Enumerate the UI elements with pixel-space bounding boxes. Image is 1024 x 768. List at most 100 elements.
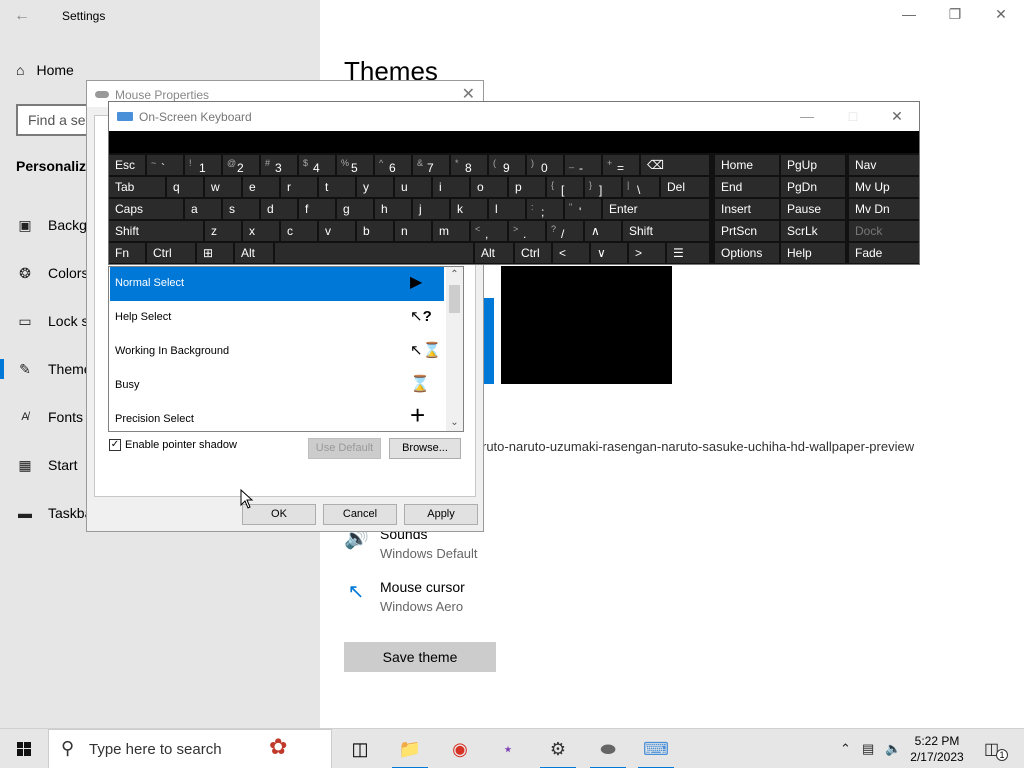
osk-key-q[interactable]: q bbox=[167, 177, 203, 197]
osk-key-nav[interactable]: Nav bbox=[849, 155, 919, 175]
osk-key-7[interactable]: & 7 bbox=[413, 155, 449, 175]
osk-key-ctrl[interactable]: Ctrl bbox=[147, 243, 195, 263]
osk-key-pause[interactable]: Pause bbox=[781, 199, 845, 219]
checkmark-icon[interactable]: ✓ bbox=[109, 439, 121, 451]
osk-key-del[interactable]: Del bbox=[661, 177, 709, 197]
osk-key-u[interactable]: u bbox=[395, 177, 431, 197]
osk-key-prtscn[interactable]: PrtScn bbox=[715, 221, 779, 241]
osk-key-k[interactable]: k bbox=[451, 199, 487, 219]
browse-button[interactable]: Browse... bbox=[389, 438, 461, 459]
osk-key-5[interactable]: % 5 bbox=[337, 155, 373, 175]
osk-key-mv-dn[interactable]: Mv Dn bbox=[849, 199, 919, 219]
osk-key-\[interactable]: | \ bbox=[623, 177, 659, 197]
osk-key-m[interactable]: m bbox=[433, 221, 469, 241]
mouse-cursor-setting[interactable]: ↖ Mouse cursor Windows Aero bbox=[344, 579, 465, 614]
settings-gear-icon[interactable]: ⚙ bbox=[536, 729, 580, 768]
osk-key-alt[interactable]: Alt bbox=[475, 243, 513, 263]
osk-key-;[interactable]: :; bbox=[527, 199, 563, 219]
osk-key-⊞[interactable]: ⊞ bbox=[197, 243, 233, 263]
osk-key-][interactable]: }] bbox=[585, 177, 621, 197]
osk-key-∨[interactable]: ∨ bbox=[591, 243, 627, 263]
task-view-icon[interactable]: ◫ bbox=[338, 729, 382, 768]
osk-key-pgdn[interactable]: PgDn bbox=[781, 177, 845, 197]
osk-key-mv-up[interactable]: Mv Up bbox=[849, 177, 919, 197]
osk-key-,[interactable]: <, bbox=[471, 221, 507, 241]
osk-key-end[interactable]: End bbox=[715, 177, 779, 197]
use-default-button[interactable]: Use Default bbox=[308, 438, 381, 459]
osk-key-z[interactable]: z bbox=[205, 221, 241, 241]
osk-key-o[interactable]: o bbox=[471, 177, 507, 197]
osk-key-i[interactable]: i bbox=[433, 177, 469, 197]
osk-key-insert[interactable]: Insert bbox=[715, 199, 779, 219]
osk-key-9[interactable]: (9 bbox=[489, 155, 525, 175]
osk-key-/[interactable]: ? / bbox=[547, 221, 583, 241]
osk-key-0[interactable]: ) 0 bbox=[527, 155, 563, 175]
osk-key-⌫[interactable]: ⌫ bbox=[641, 155, 709, 175]
osk-key--[interactable]: _ - bbox=[565, 155, 601, 175]
cancel-button[interactable]: Cancel bbox=[323, 504, 397, 525]
close-icon[interactable]: ✕ bbox=[986, 6, 1016, 23]
osk-titlebar[interactable]: On-Screen Keyboard — □ ✕ bbox=[109, 102, 919, 131]
minimize-icon[interactable]: — bbox=[795, 108, 819, 124]
osk-key-`[interactable]: ~ ` bbox=[147, 155, 183, 175]
osk-key-alt[interactable]: Alt bbox=[235, 243, 273, 263]
chevron-down-icon[interactable]: ⌄ bbox=[446, 415, 463, 431]
osk-key-v[interactable]: v bbox=[319, 221, 355, 241]
osk-key-r[interactable]: r bbox=[281, 177, 317, 197]
osk-key-☰[interactable]: ☰ bbox=[667, 243, 709, 263]
apply-button[interactable]: Apply bbox=[404, 504, 478, 525]
list-item[interactable]: Precision Select + bbox=[110, 402, 444, 431]
close-icon[interactable]: ✕ bbox=[885, 108, 909, 125]
osk-key-esc[interactable]: Esc bbox=[109, 155, 145, 175]
osk-key-ctrl[interactable]: Ctrl bbox=[515, 243, 551, 263]
clock[interactable]: 5:22 PM 2/17/2023 bbox=[906, 733, 968, 765]
scrollbar[interactable]: ⌃ ⌄ bbox=[446, 267, 463, 431]
list-item[interactable]: Working In Background ↖⌛ bbox=[110, 335, 444, 369]
osk-key-help[interactable]: Help bbox=[781, 243, 845, 263]
osk-key-enter[interactable]: Enter bbox=[603, 199, 709, 219]
save-theme-button[interactable]: Save theme bbox=[344, 642, 496, 672]
visual-studio-icon[interactable]: ⋆ bbox=[486, 729, 530, 768]
osk-key-b[interactable]: b bbox=[357, 221, 393, 241]
osk-key-n[interactable]: n bbox=[395, 221, 431, 241]
osk-key-∧[interactable]: ∧ bbox=[585, 221, 621, 241]
mouse-app-icon[interactable]: ⬬ bbox=[586, 729, 630, 768]
osk-key-4[interactable]: $4 bbox=[299, 155, 335, 175]
osk-key-p[interactable]: p bbox=[509, 177, 545, 197]
osk-key-6[interactable]: ^ 6 bbox=[375, 155, 411, 175]
network-icon[interactable]: ▤ bbox=[862, 741, 874, 757]
pointer-shadow-checkbox[interactable]: ✓ Enable pointer shadow bbox=[109, 439, 237, 451]
osk-key-8[interactable]: * 8 bbox=[451, 155, 487, 175]
osk-key-space[interactable] bbox=[275, 243, 473, 263]
osk-key-l[interactable]: l bbox=[489, 199, 525, 219]
osk-key->[interactable]: > bbox=[629, 243, 665, 263]
volume-icon[interactable]: 🔈 bbox=[885, 741, 901, 757]
osk-key-e[interactable]: e bbox=[243, 177, 279, 197]
chevron-up-icon[interactable]: ⌃ bbox=[446, 267, 463, 283]
osk-key-a[interactable]: a bbox=[185, 199, 221, 219]
osk-key-2[interactable]: @2 bbox=[223, 155, 259, 175]
osk-key-j[interactable]: j bbox=[413, 199, 449, 219]
osk-key-d[interactable]: d bbox=[261, 199, 297, 219]
osk-key-3[interactable]: #3 bbox=[261, 155, 297, 175]
osk-key-options[interactable]: Options bbox=[715, 243, 779, 263]
minimize-icon[interactable]: — bbox=[894, 6, 924, 22]
scrollbar-thumb[interactable] bbox=[449, 285, 460, 313]
restore-icon[interactable]: ❐ bbox=[940, 6, 970, 23]
osk-key-[[interactable]: {[ bbox=[547, 177, 583, 197]
osk-key-c[interactable]: c bbox=[281, 221, 317, 241]
osk-key-fade[interactable]: Fade bbox=[849, 243, 919, 263]
file-explorer-icon[interactable]: 📁 bbox=[388, 729, 432, 768]
list-item[interactable]: Busy ⌛ bbox=[110, 369, 444, 403]
osk-key-home[interactable]: Home bbox=[715, 155, 779, 175]
osk-key-tab[interactable]: Tab bbox=[109, 177, 165, 197]
keyboard-app-icon[interactable]: ⌨ bbox=[634, 729, 678, 768]
osk-key-.[interactable]: >. bbox=[509, 221, 545, 241]
osk-key-=[interactable]: + = bbox=[603, 155, 639, 175]
osk-key-h[interactable]: h bbox=[375, 199, 411, 219]
osk-key-y[interactable]: y bbox=[357, 177, 393, 197]
osk-key-f[interactable]: f bbox=[299, 199, 335, 219]
osk-key-x[interactable]: x bbox=[243, 221, 279, 241]
home-nav-item[interactable]: ⌂ Home bbox=[16, 62, 74, 78]
chrome-icon[interactable]: ◉ bbox=[438, 729, 482, 768]
